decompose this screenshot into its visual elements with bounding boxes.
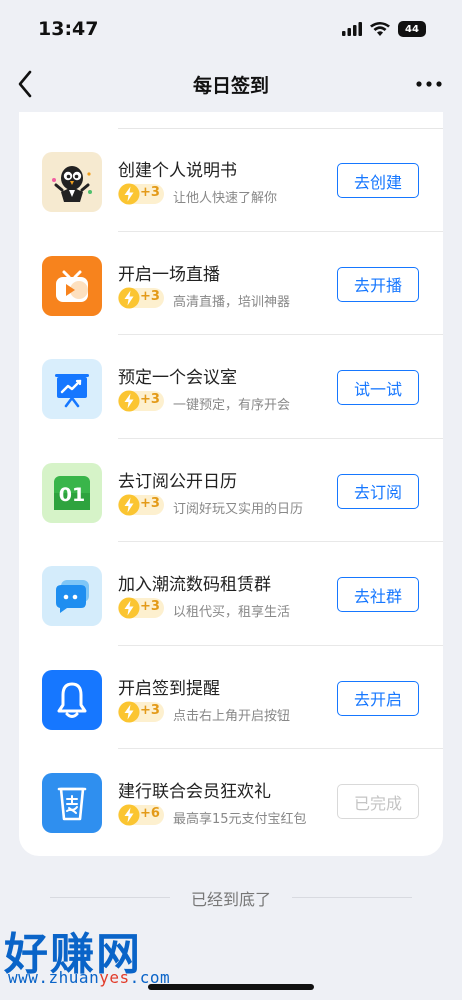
task-description: 让他人快速了解你	[173, 191, 278, 206]
task-action-button[interactable]: 去社群	[337, 577, 419, 612]
task-action-button[interactable]: 去开播	[337, 266, 419, 302]
status-bar: 13:47 44	[0, 0, 462, 58]
reward-badge: +3	[118, 287, 164, 308]
lightning-icon	[118, 701, 140, 722]
alipay-cup-icon	[42, 773, 102, 833]
task-item: 开启签到提醒 +3 点击右上角开启按钮 去开启	[19, 630, 443, 749]
presentation-board-icon	[42, 359, 102, 419]
task-item: 开启一场直播 +3 高清直播，培训神器 去开播	[19, 216, 443, 335]
battery-level: 44	[405, 23, 419, 35]
task-action-button[interactable]: 去订阅	[337, 473, 419, 509]
lightning-icon	[118, 287, 140, 308]
reward-badge: +3	[118, 701, 164, 722]
lightning-icon	[118, 597, 140, 619]
task-item: 01 去订阅公开日历 +3 订阅好玩又实用的日历 去订阅	[19, 423, 443, 542]
task-title: 创建个人说明书	[118, 161, 237, 181]
chevron-left-icon	[18, 70, 32, 98]
task-action-button[interactable]: 去开启	[337, 680, 419, 716]
more-button[interactable]	[414, 72, 444, 96]
task-title: 开启签到提醒	[118, 678, 220, 699]
task-action-button[interactable]: 去创建	[337, 163, 419, 198]
profile-mascot-icon	[42, 152, 102, 212]
more-icon	[416, 81, 442, 87]
task-title: 去订阅公开日历	[118, 471, 237, 492]
task-list-card: 创建个人说明书 +3 让他人快速了解你 去创建 开启一场直播 +3 高清直播，培…	[19, 112, 443, 856]
task-completed-button: 已完成	[337, 784, 419, 819]
task-action-button[interactable]: 试一试	[337, 370, 419, 405]
svg-text:01: 01	[59, 484, 85, 506]
task-item: 创建个人说明书 +3 让他人快速了解你 去创建	[19, 112, 443, 232]
task-title: 开启一场直播	[118, 264, 220, 285]
task-description: 一键预定，有序开会	[173, 398, 291, 413]
reward-badge: +3	[118, 390, 164, 412]
task-description: 点击右上角开启按钮	[173, 708, 291, 724]
task-title: 加入潮流数码租赁群	[118, 575, 271, 595]
live-tv-icon	[42, 255, 102, 316]
calendar-icon: 01	[42, 462, 102, 523]
reward-points: +3	[140, 185, 160, 200]
lightning-icon	[118, 494, 140, 515]
task-description: 高清直播，培训神器	[173, 294, 291, 310]
reward-badge: +3	[118, 597, 164, 619]
reward-badge: +3	[118, 183, 164, 205]
lightning-icon	[118, 390, 140, 412]
reward-points: +3	[140, 702, 160, 718]
bell-icon	[42, 669, 102, 730]
task-description: 最高享15元支付宝红包	[173, 812, 307, 827]
reward-points: +3	[140, 392, 160, 407]
reward-points: +6	[140, 806, 160, 821]
task-description: 以租代买，租享生活	[173, 605, 291, 620]
reward-badge: +3	[118, 494, 164, 515]
reward-points: +3	[140, 288, 160, 304]
nav-bar: 每日签到	[0, 58, 462, 110]
battery-icon: 44	[398, 21, 426, 37]
status-time: 13:47	[38, 18, 99, 40]
reward-points: +3	[140, 599, 160, 614]
watermark-url: www.zhuanyes.com	[8, 968, 171, 987]
back-button[interactable]	[10, 68, 40, 100]
task-item: 预定一个会议室 +3 一键预定，有序开会 试一试	[19, 319, 443, 439]
task-item: 建行联合会员狂欢礼 +6 最高享15元支付宝红包 已完成	[19, 733, 443, 837]
lightning-icon	[118, 183, 140, 205]
task-title: 建行联合会员狂欢礼	[118, 782, 271, 802]
end-of-list-text: 已经到底了	[190, 890, 271, 909]
chat-bubble-icon	[42, 566, 102, 626]
watermark-logo: 好赚网 www.zhuanyes.com	[4, 918, 194, 990]
home-indicator	[148, 984, 314, 990]
signal-icon	[342, 22, 362, 36]
lightning-icon	[118, 804, 140, 826]
task-title: 预定一个会议室	[118, 368, 237, 388]
status-icons: 44	[342, 21, 426, 37]
wifi-icon	[370, 21, 390, 36]
task-item: 加入潮流数码租赁群 +3 以租代买，租享生活 去社群	[19, 526, 443, 646]
reward-badge: +6	[118, 804, 164, 826]
page-title: 每日签到	[192, 74, 269, 97]
task-description: 订阅好玩又实用的日历	[173, 501, 304, 517]
reward-points: +3	[140, 495, 160, 511]
